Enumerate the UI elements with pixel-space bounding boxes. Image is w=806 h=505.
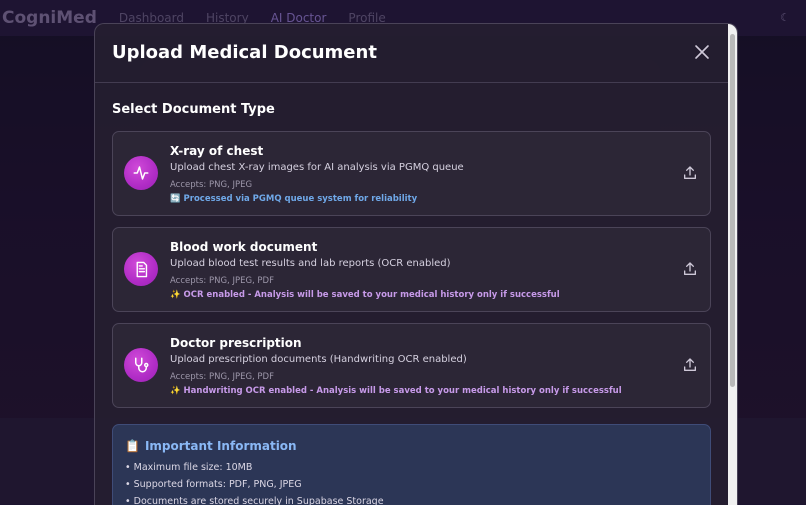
doc-title: Blood work document: [170, 240, 318, 254]
section-title: Select Document Type: [112, 102, 275, 117]
modal-title: Upload Medical Document: [112, 42, 377, 63]
modal-scrollbar[interactable]: [728, 24, 737, 505]
doc-accepts: Accepts: PNG, JPEG, PDF: [170, 276, 274, 286]
doc-accepts: Accepts: PNG, JPEG, PDF: [170, 372, 274, 382]
doc-card-blood-work[interactable]: Blood work document Upload blood test re…: [112, 227, 711, 312]
upload-modal: Upload Medical Document Select Document …: [94, 23, 738, 505]
doc-title: X-ray of chest: [170, 144, 264, 158]
doc-card-prescription[interactable]: Doctor prescription Upload prescription …: [112, 323, 711, 408]
doc-note: ✨ OCR enabled - Analysis will be saved t…: [170, 290, 560, 300]
doc-accepts: Accepts: PNG, JPEG: [170, 180, 253, 190]
close-icon: [695, 45, 709, 59]
clipboard-icon: 📋: [125, 439, 140, 453]
doc-note: 🔄 Processed via PGMQ queue system for re…: [170, 194, 418, 204]
doc-title: Doctor prescription: [170, 336, 302, 350]
upload-icon[interactable]: [682, 357, 698, 373]
doc-note: ✨ Handwriting OCR enabled - Analysis wil…: [170, 386, 622, 396]
upload-icon[interactable]: [682, 261, 698, 277]
doc-card-xray[interactable]: X-ray of chest Upload chest X-ray images…: [112, 131, 711, 216]
close-button[interactable]: [693, 43, 711, 61]
important-info-box: 📋 Important Information • Maximum file s…: [112, 424, 711, 505]
info-title: 📋 Important Information: [125, 439, 297, 453]
info-list: • Maximum file size: 10MB • Supported fo…: [125, 462, 384, 505]
list-item: • Supported formats: PDF, PNG, JPEG: [125, 479, 302, 490]
doc-description: Upload chest X-ray images for AI analysi…: [170, 162, 464, 173]
stethoscope-icon: [124, 348, 158, 382]
info-title-text: Important Information: [144, 439, 297, 453]
doc-description: Upload blood test results and lab report…: [170, 258, 451, 269]
document-icon: [124, 252, 158, 286]
activity-icon: [124, 156, 158, 190]
list-item: • Maximum file size: 10MB: [125, 462, 253, 473]
doc-description: Upload prescription documents (Handwriti…: [170, 354, 467, 365]
scrollbar-thumb[interactable]: [730, 34, 735, 387]
upload-icon[interactable]: [682, 165, 698, 181]
modal-header: Upload Medical Document: [95, 24, 737, 83]
